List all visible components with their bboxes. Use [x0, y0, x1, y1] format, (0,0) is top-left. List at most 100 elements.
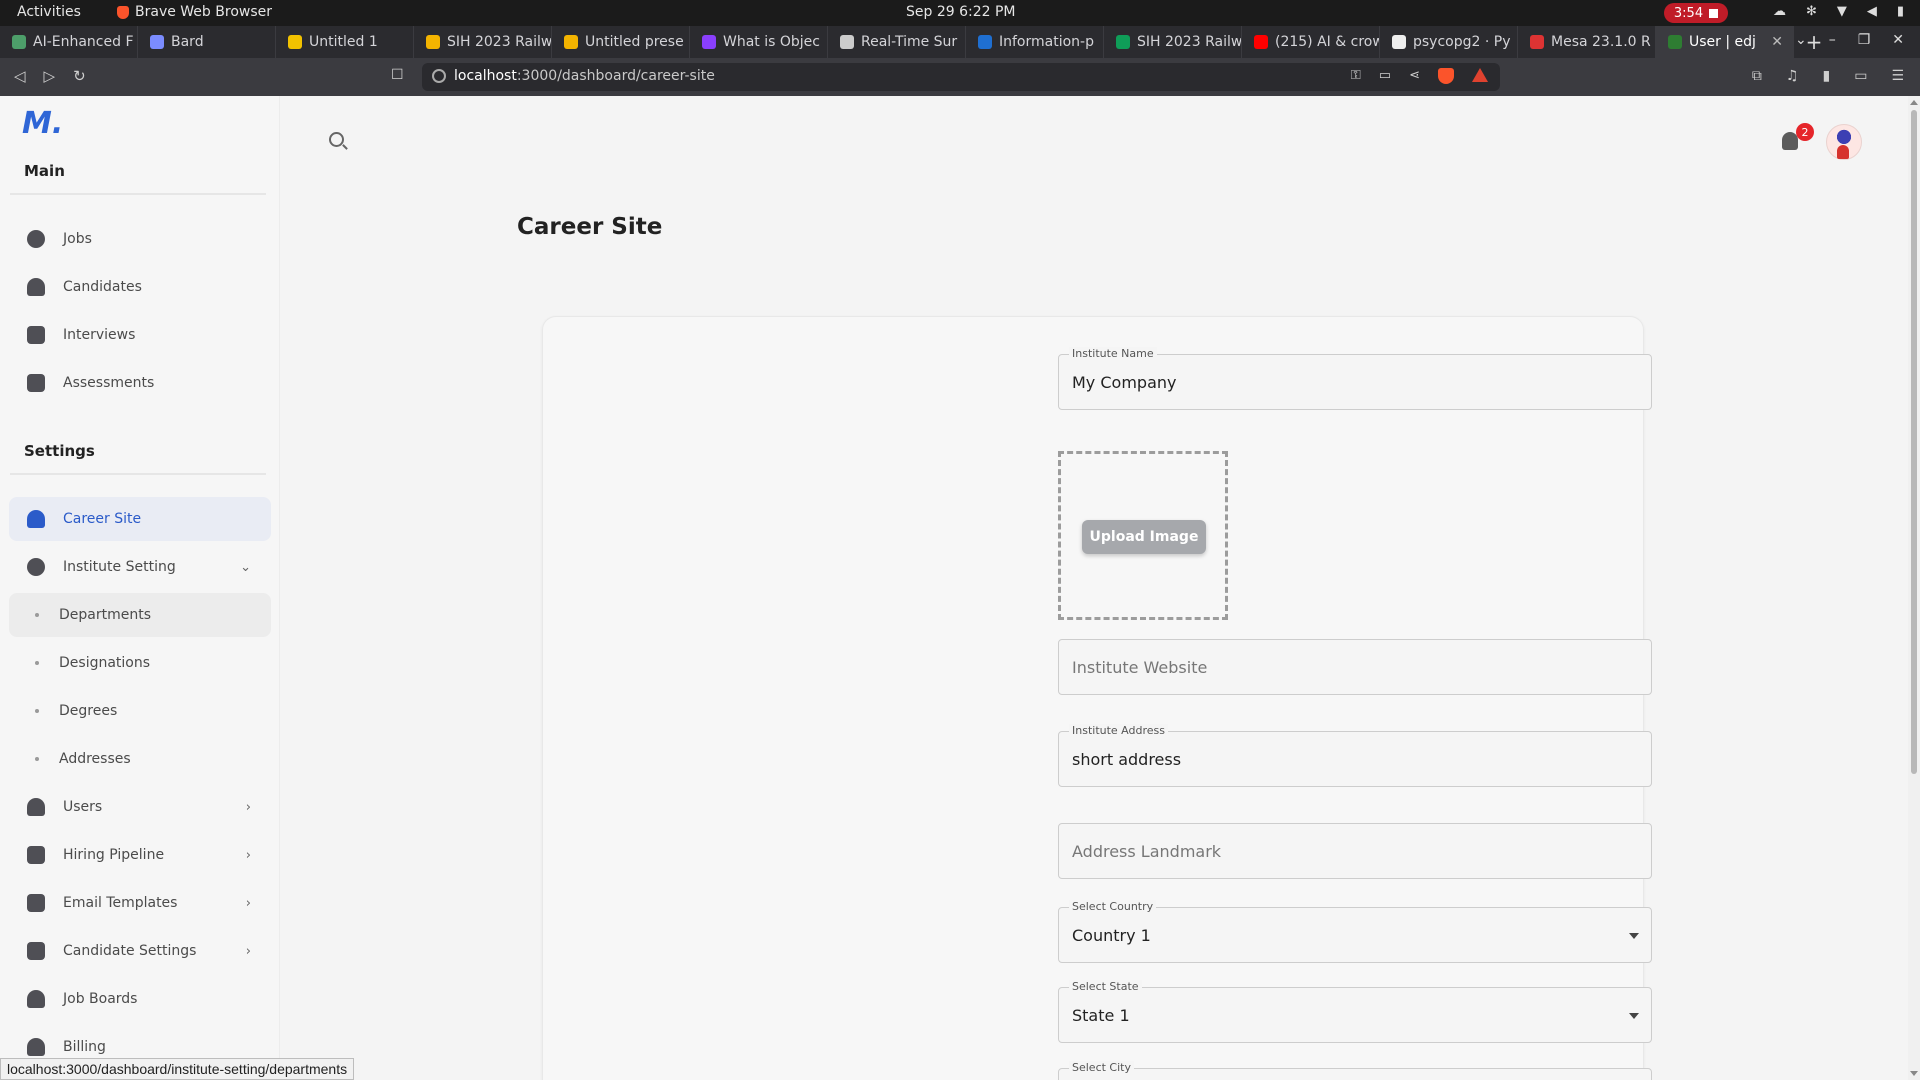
scroll-down-icon[interactable]: [1910, 1071, 1918, 1076]
sidebar-item-email-templates[interactable]: Email Templates ›: [9, 881, 271, 925]
minimize-icon[interactable]: –: [1829, 32, 1836, 48]
browser-toolbar: ◁ ▷ ↻ ☐ localhost:3000/dashboard/career-…: [0, 58, 1920, 96]
field-placeholder[interactable]: Address Landmark: [1072, 842, 1221, 861]
browser-tab[interactable]: (215) AI & crow: [1242, 26, 1380, 58]
extensions-icon[interactable]: ⧉: [1752, 68, 1762, 84]
sidebar-item-degrees[interactable]: Degrees: [9, 689, 271, 733]
browser-tab[interactable]: SIH 2023 Railw: [414, 26, 552, 58]
section-title-settings: Settings: [24, 442, 95, 460]
notification-badge: 2: [1796, 123, 1814, 141]
screen-recording-indicator[interactable]: 3:54: [1664, 3, 1728, 23]
browser-tab[interactable]: User | edj ✕: [1656, 26, 1794, 58]
browser-tab[interactable]: Mesa 23.1.0 R: [1518, 26, 1656, 58]
app-menu[interactable]: Brave Web Browser: [117, 4, 272, 20]
page-scrollbar[interactable]: [1908, 96, 1920, 1080]
sidebar-item-addresses[interactable]: Addresses: [9, 737, 271, 781]
field-value[interactable]: My Company: [1072, 373, 1176, 392]
sidebar-item-departments[interactable]: Departments: [9, 593, 271, 637]
media-icon[interactable]: ♫: [1786, 68, 1799, 84]
browser-tab[interactable]: Untitled prese: [552, 26, 690, 58]
scrollbar-thumb[interactable]: [1911, 110, 1917, 774]
dropdown-arrow-icon[interactable]: [1629, 1013, 1639, 1019]
tab-favicon-icon: [426, 35, 440, 49]
maximize-icon[interactable]: ❐: [1858, 32, 1871, 48]
address-landmark-field[interactable]: Address Landmark: [1058, 823, 1652, 879]
sidebar-item-career-site[interactable]: Career Site: [9, 497, 271, 541]
menu-icon[interactable]: ☰: [1891, 68, 1904, 84]
upload-image-button[interactable]: Upload Image: [1082, 520, 1206, 554]
browser-tab[interactable]: psycopg2 · Py: [1380, 26, 1518, 58]
tab-list-icon[interactable]: ⌄: [1795, 32, 1807, 48]
back-icon[interactable]: ◁: [14, 67, 26, 85]
document-icon: [27, 894, 45, 912]
sidebar: M. Main Jobs Candidates Interviews Assessme…: [0, 96, 280, 1080]
sidebar-item-interviews[interactable]: Interviews: [9, 313, 271, 357]
system-tray[interactable]: ☁ ✻ ▼ ◀ ▮: [1773, 4, 1904, 19]
activities-button[interactable]: Activities: [17, 4, 81, 20]
sidebar-item-label: Email Templates: [63, 895, 178, 911]
institute-address-field[interactable]: Institute Address short address: [1058, 724, 1652, 787]
image-dropzone[interactable]: Upload Image: [1058, 451, 1228, 620]
institute-name-field[interactable]: Institute Name My Company: [1058, 347, 1652, 410]
field-value[interactable]: short address: [1072, 750, 1181, 769]
field-placeholder[interactable]: Institute Website: [1072, 658, 1207, 677]
browser-tab[interactable]: Bard: [138, 26, 276, 58]
field-value[interactable]: Country 1: [1072, 926, 1151, 945]
sidebar-item-candidate-settings[interactable]: Candidate Settings ›: [9, 929, 271, 973]
sidebar-item-jobs[interactable]: Jobs: [9, 217, 271, 261]
tab-favicon-icon: [150, 35, 164, 49]
browser-tab[interactable]: Untitled 1: [276, 26, 414, 58]
tab-favicon-icon: [1668, 35, 1682, 49]
avatar[interactable]: [1826, 124, 1862, 160]
bookmark-icon[interactable]: ☐: [391, 67, 404, 83]
key-icon[interactable]: ⚿: [1351, 68, 1361, 84]
url-text[interactable]: localhost:3000/dashboard/career-site: [454, 68, 715, 84]
wallet-icon[interactable]: ▭: [1854, 68, 1867, 84]
cast-icon[interactable]: ▭: [1379, 68, 1391, 84]
sidebar-item-hiring-pipeline[interactable]: Hiring Pipeline ›: [9, 833, 271, 877]
field-value[interactable]: State 1: [1072, 1006, 1130, 1025]
city-select[interactable]: Select City: [1058, 1061, 1652, 1080]
tab-favicon-icon: [1530, 35, 1544, 49]
sidebar-item-institute-setting[interactable]: Institute Setting ⌄: [9, 545, 271, 589]
brand-logo[interactable]: M.: [22, 106, 63, 141]
site-info-icon[interactable]: [432, 69, 446, 83]
tab-label: User | edj: [1689, 34, 1756, 50]
sidebar-item-designations[interactable]: Designations: [9, 641, 271, 685]
forward-icon[interactable]: ▷: [44, 67, 56, 85]
navigation-buttons: ◁ ▷ ↻: [14, 67, 86, 85]
state-select[interactable]: Select State State 1: [1058, 980, 1652, 1043]
browser-tab[interactable]: SIH 2023 Railw: [1104, 26, 1242, 58]
tab-favicon-icon: [840, 35, 854, 49]
close-tab-icon[interactable]: ✕: [1771, 34, 1783, 50]
field-label: Select Country: [1069, 900, 1157, 913]
browser-tab[interactable]: What is Objec: [690, 26, 828, 58]
browser-tab[interactable]: Real-Time Sur: [828, 26, 966, 58]
brave-rewards-icon[interactable]: [1472, 68, 1488, 82]
sidebar-item-label: Degrees: [59, 703, 118, 719]
address-bar[interactable]: localhost:3000/dashboard/career-site ⚿ ▭…: [422, 63, 1500, 91]
dropdown-arrow-icon[interactable]: [1629, 933, 1639, 939]
share-icon[interactable]: ⋖: [1409, 68, 1420, 84]
tab-label: AI-Enhanced F: [33, 34, 134, 50]
tab-favicon-icon: [288, 35, 302, 49]
browser-tab[interactable]: AI-Enhanced F: [0, 26, 138, 58]
reload-icon[interactable]: ↻: [73, 67, 86, 85]
sidebar-item-job-boards[interactable]: Job Boards: [9, 977, 271, 1021]
chevron-right-icon: ›: [245, 943, 251, 959]
search-icon[interactable]: [329, 132, 344, 147]
sidebar-item-users[interactable]: Users ›: [9, 785, 271, 829]
sidebar-item-assessments[interactable]: Assessments: [9, 361, 271, 405]
sidebar-item-candidates[interactable]: Candidates: [9, 265, 271, 309]
calendar-icon: [27, 846, 45, 864]
system-clock[interactable]: Sep 29 6:22 PM: [906, 4, 1016, 20]
browser-tab[interactable]: Information-p: [966, 26, 1104, 58]
tab-label: Untitled 1: [309, 34, 378, 50]
institute-website-field[interactable]: Institute Website: [1058, 639, 1652, 695]
system-top-bar: Activities Brave Web Browser Sep 29 6:22…: [0, 0, 1920, 26]
country-select[interactable]: Select Country Country 1: [1058, 900, 1652, 963]
brave-shields-icon[interactable]: [1438, 68, 1454, 84]
close-icon[interactable]: ✕: [1892, 32, 1904, 48]
sidebar-toggle-icon[interactable]: ▮: [1822, 68, 1830, 84]
scroll-up-icon[interactable]: [1910, 100, 1918, 105]
